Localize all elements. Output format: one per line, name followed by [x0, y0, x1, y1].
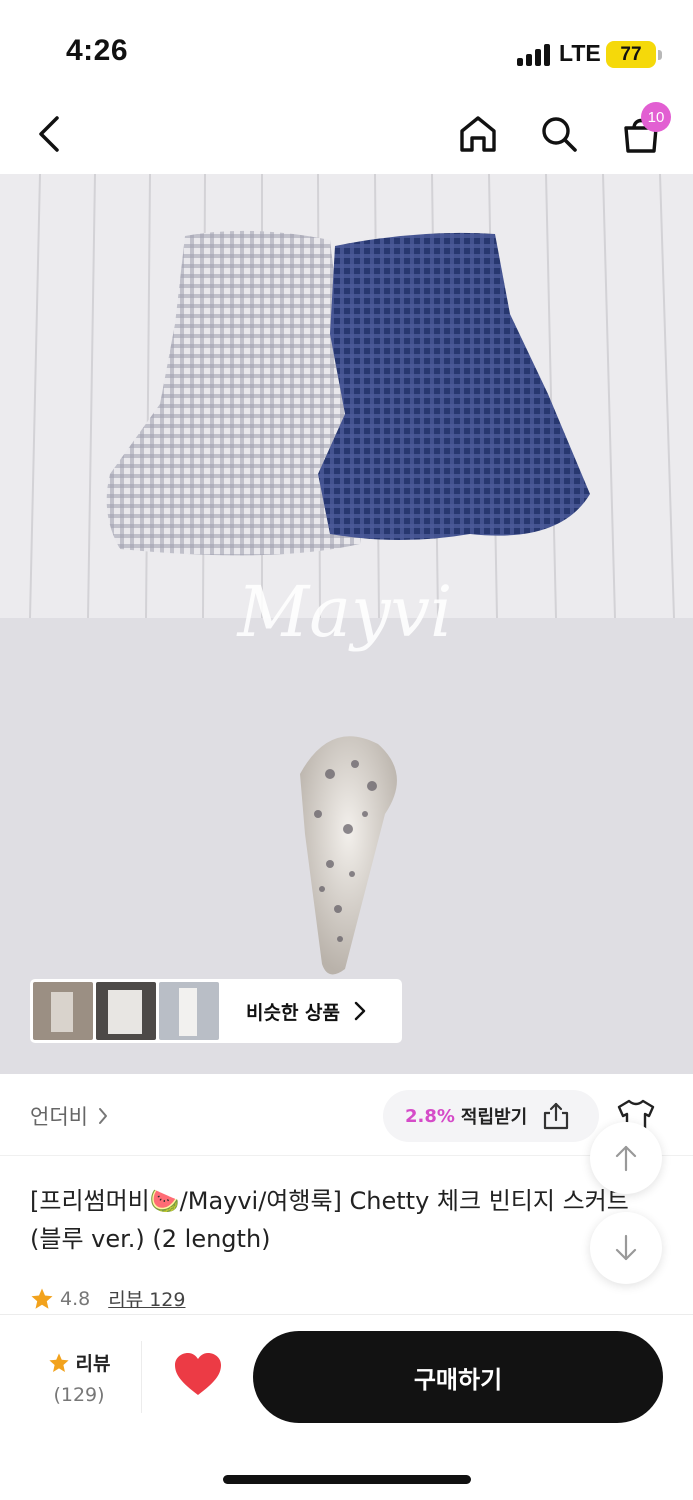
- review-summary-button[interactable]: 리뷰 (129): [34, 1349, 124, 1406]
- status-time: 4:26: [66, 34, 129, 67]
- battery-tip: [658, 50, 662, 60]
- similar-thumb: [96, 982, 156, 1040]
- similar-products-label: 비슷한 상품: [246, 1001, 341, 1024]
- brand-name: 언더비: [30, 1105, 88, 1129]
- signal-icon: [517, 44, 551, 66]
- product-photo: Mayvi: [0, 174, 693, 1074]
- cart-button[interactable]: 10: [613, 102, 671, 162]
- home-button[interactable]: [450, 106, 506, 162]
- arrow-up-icon: [615, 1145, 637, 1172]
- product-image[interactable]: Mayvi 비슷한 상품: [0, 174, 693, 1074]
- rating-score: 4.8: [60, 1287, 91, 1310]
- like-button[interactable]: [172, 1351, 224, 1399]
- bottom-action-bar: 리뷰 (129) 구매하기: [0, 1314, 693, 1500]
- status-bar: 4:26 LTE 77: [0, 0, 693, 96]
- review-summary-label: 리뷰: [75, 1353, 111, 1375]
- reward-share-button[interactable]: 2.8% 적립받기: [383, 1090, 599, 1142]
- review-summary-count: (129): [53, 1384, 105, 1406]
- home-indicator: [223, 1475, 471, 1484]
- share-icon: [544, 1102, 569, 1130]
- chevron-right-icon: [98, 1108, 107, 1124]
- similar-thumb: [159, 982, 219, 1040]
- search-icon: [542, 117, 577, 152]
- home-icon: [460, 116, 496, 152]
- back-button[interactable]: [22, 106, 78, 162]
- star-icon: [48, 1352, 69, 1372]
- star-icon: [31, 1288, 53, 1309]
- similar-thumb: [33, 982, 93, 1040]
- rating-row: 4.8 리뷰 129: [30, 1285, 185, 1312]
- arrow-down-icon: [615, 1234, 637, 1261]
- chevron-right-icon: [354, 1001, 366, 1021]
- scroll-top-button[interactable]: [590, 1122, 662, 1194]
- cart-count-badge: 10: [641, 102, 671, 132]
- reward-percent: 2.8%: [405, 1105, 455, 1127]
- product-title: [프리썸머비🍉/Mayvi/여행룩] Chetty 체크 빈티지 스커트 (블루…: [30, 1187, 629, 1253]
- top-nav: 10: [0, 96, 693, 174]
- review-link[interactable]: 리뷰 129: [108, 1285, 185, 1312]
- buy-button[interactable]: 구매하기: [253, 1331, 663, 1423]
- reward-label: 적립받기: [460, 1107, 528, 1128]
- divider: [141, 1341, 142, 1413]
- network-label: LTE: [559, 40, 601, 66]
- heart-icon: [175, 1353, 221, 1395]
- scroll-bottom-button[interactable]: [590, 1212, 662, 1284]
- similar-products-button[interactable]: 비슷한 상품: [30, 979, 402, 1043]
- search-button[interactable]: [531, 106, 587, 162]
- back-icon: [39, 116, 59, 152]
- brand-row: 언더비 2.8% 적립받기: [0, 1074, 693, 1156]
- battery-indicator: 77: [606, 41, 656, 68]
- brand-link[interactable]: 언더비: [30, 1101, 108, 1131]
- watermark-text: Mayvi: [236, 571, 453, 653]
